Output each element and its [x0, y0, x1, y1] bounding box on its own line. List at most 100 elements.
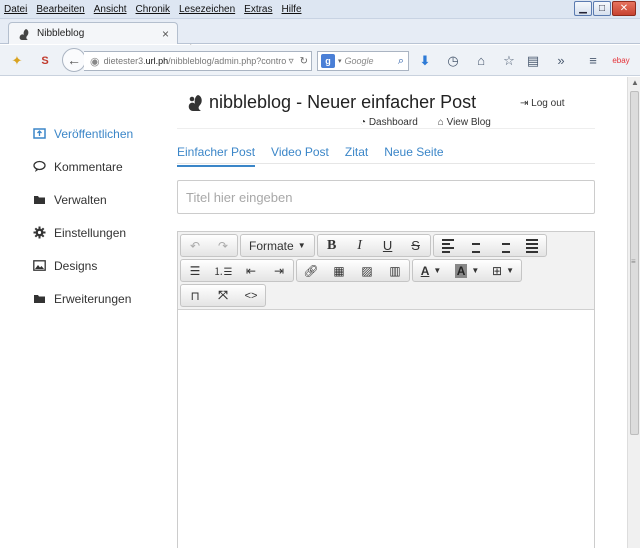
header-divider: [177, 128, 595, 129]
menu-datei[interactable]: Datei: [4, 4, 27, 15]
table-button[interactable]: ⊞ ▼: [485, 260, 521, 281]
italic-button[interactable]: I: [346, 235, 374, 256]
align-justify-button[interactable]: [518, 235, 546, 256]
tab-strip: Nibbleblog × +: [0, 19, 640, 58]
menu-bearbeiten[interactable]: Bearbeiten: [36, 4, 84, 15]
fullscreen-button[interactable]: ⤧: [209, 285, 237, 306]
menu-ansicht[interactable]: Ansicht: [94, 4, 127, 15]
url-bar[interactable]: ◉ dietester3.url.ph/nibbleblog/admin.php…: [84, 51, 312, 71]
sidebar-item-verwalten[interactable]: Verwalten: [33, 183, 133, 216]
embed-button[interactable]: ▥: [381, 260, 409, 281]
window-close-button[interactable]: ✕: [612, 1, 636, 16]
logout-label: Log out: [531, 98, 565, 109]
redo-icon: ↷: [217, 238, 229, 253]
bullet-list-icon: ☰: [189, 263, 201, 278]
code-icon: <>: [244, 289, 258, 302]
align-center-button[interactable]: [462, 235, 490, 256]
download-icon[interactable]: ⬇: [416, 52, 434, 70]
ebay-icon[interactable]: ebay: [612, 52, 630, 70]
align-left-button[interactable]: [434, 235, 462, 256]
logout-link[interactable]: ⇥ Log out: [520, 98, 565, 109]
maximize-button[interactable]: □: [593, 1, 611, 16]
globe-icon: ◉: [90, 55, 100, 68]
image-button[interactable]: ▨: [353, 260, 381, 281]
dashboard-link[interactable]: ◔ Dashboard: [360, 117, 418, 128]
bold-button[interactable]: B: [318, 235, 346, 256]
reload-icon[interactable]: ↻: [300, 56, 308, 67]
scroll-up-icon[interactable]: ▲: [631, 78, 639, 87]
align-right-button[interactable]: [490, 235, 518, 256]
extension-icon[interactable]: ✦: [8, 52, 26, 70]
strikethrough-button[interactable]: S: [402, 235, 430, 256]
editor-toolbar: ↶ ↷ Formate ▼ B I U S ☰ ⒈☰ ⇤ ⇥ 🔗︎ ▦ ▨ ▥ …: [178, 232, 594, 310]
tab-close-icon[interactable]: ×: [162, 27, 169, 41]
folder-icon: [33, 193, 46, 206]
formats-label: Formate: [249, 238, 294, 253]
search-box[interactable]: g ▾ Google ⌕: [317, 51, 409, 71]
tabs-divider: [177, 163, 595, 164]
folder-icon: [33, 292, 46, 305]
background-color-button[interactable]: A ▼: [449, 260, 485, 281]
align-left-icon: [441, 238, 454, 253]
outdent-button[interactable]: ⇤: [237, 260, 265, 281]
minimize-button[interactable]: ▁: [574, 1, 592, 16]
menu-hilfe[interactable]: Hilfe: [282, 4, 302, 15]
chevron-down-icon: ▼: [433, 266, 442, 275]
browser-menubar: Datei Bearbeiten Ansicht Chronik Lesezei…: [0, 0, 640, 19]
logout-icon: ⇥: [520, 98, 529, 109]
nibbleblog-logo-icon: [186, 93, 204, 113]
header-subnav: ◔ Dashboard ⌂ View Blog: [360, 117, 491, 128]
vertical-scrollbar[interactable]: ▲ ≡: [627, 77, 640, 548]
gear-icon: [33, 226, 46, 239]
page-break-button[interactable]: ⊓: [181, 285, 209, 306]
indent-icon: ⇥: [273, 263, 285, 278]
search-icon[interactable]: ⌕: [398, 55, 404, 68]
redo-button[interactable]: ↷: [209, 235, 237, 256]
google-engine-icon[interactable]: g: [321, 54, 335, 68]
menu-extras[interactable]: Extras: [244, 4, 272, 15]
view-blog-link[interactable]: ⌂ View Blog: [438, 117, 491, 128]
sidebar-item-label: Kommentare: [54, 159, 123, 174]
undo-button[interactable]: ↶: [181, 235, 209, 256]
history-icon[interactable]: ◷: [444, 52, 462, 70]
bookmark-star-icon[interactable]: ☆: [500, 52, 518, 70]
overflow-chevron-icon[interactable]: »: [552, 52, 570, 70]
formats-dropdown[interactable]: Formate ▼: [241, 235, 314, 256]
sidebar-item-label: Verwalten: [54, 192, 107, 207]
editor-content-area[interactable]: [178, 310, 594, 548]
outdent-icon: ⇤: [245, 263, 257, 278]
numbered-list-icon: ⒈☰: [213, 267, 233, 278]
sidebar-item-kommentare[interactable]: Kommentare: [33, 150, 133, 183]
sidebar-item-erweiterungen[interactable]: Erweiterungen: [33, 282, 133, 315]
rich-text-editor: ↶ ↷ Formate ▼ B I U S ☰ ⒈☰ ⇤ ⇥ 🔗︎ ▦ ▨ ▥ …: [177, 231, 595, 548]
sidebar-item-veroeffentlichen[interactable]: Veröffentlichen: [33, 117, 133, 150]
source-code-button[interactable]: <>: [237, 285, 265, 306]
home-icon[interactable]: ⌂: [472, 52, 490, 70]
sidebar-item-designs[interactable]: Designs: [33, 249, 133, 282]
image-icon: [33, 259, 46, 272]
sidebar-item-einstellungen[interactable]: Einstellungen: [33, 216, 133, 249]
link-button[interactable]: 🔗︎: [297, 260, 325, 281]
menu-chronik[interactable]: Chronik: [136, 4, 170, 15]
menu-lesezeichen[interactable]: Lesezeichen: [179, 4, 235, 15]
page-title: nibbleblog - Neuer einfacher Post: [209, 92, 477, 112]
navigation-toolbar: ✦ S ← ◉ dietester3.url.ph/nibbleblog/adm…: [0, 45, 640, 76]
numbered-list-button[interactable]: ⒈☰: [209, 260, 237, 281]
embed-icon: ▥: [389, 263, 401, 278]
url-dropdown-icon[interactable]: ▿: [289, 56, 294, 67]
security-addon-icon[interactable]: S: [36, 52, 54, 70]
browser-tab-nibbleblog[interactable]: Nibbleblog ×: [8, 22, 178, 44]
chevron-down-icon: ▼: [297, 241, 306, 250]
media-button[interactable]: ▦: [325, 260, 353, 281]
post-title-input[interactable]: [177, 180, 595, 214]
text-color-button[interactable]: A ▼: [413, 260, 449, 281]
underline-button[interactable]: U: [374, 235, 402, 256]
bullet-list-button[interactable]: ☰: [181, 260, 209, 281]
indent-button[interactable]: ⇥: [265, 260, 293, 281]
fullscreen-icon: ⤧: [218, 288, 228, 302]
reader-icon[interactable]: ▤: [524, 52, 542, 70]
search-placeholder: Google: [344, 56, 374, 66]
menu-hamburger-icon[interactable]: ≡: [584, 52, 602, 70]
back-button[interactable]: ←: [62, 48, 86, 72]
engine-dropdown-icon[interactable]: ▾: [338, 57, 342, 65]
